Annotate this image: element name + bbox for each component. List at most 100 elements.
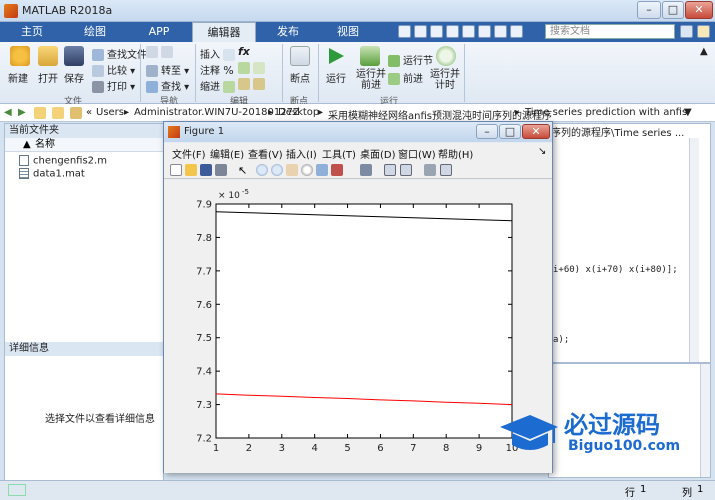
compare-button[interactable]: 比较 ▾ [92,62,135,77]
copy-quick-icon[interactable] [430,25,443,38]
rotate-3d-icon[interactable] [301,164,313,176]
browse-folder-icon[interactable] [52,107,64,119]
code-line[interactable]: i+60) x(i+70) x(i+80)]; [553,265,678,275]
breadcrumb-time-series[interactable]: Time series prediction with anfis [525,107,687,118]
save-figure-icon[interactable] [200,164,212,176]
file-name: chengenfis2.m [33,155,107,167]
nav-back-forward[interactable] [146,46,176,58]
indent-tools[interactable] [238,78,268,90]
redo-quick-icon[interactable] [478,25,491,38]
cut-quick-icon[interactable] [414,25,427,38]
link-plot-icon[interactable] [360,164,372,176]
pan-hand-icon[interactable] [286,164,298,176]
menu-window[interactable]: 窗口(W) [398,146,436,161]
brush-icon[interactable] [331,164,343,176]
menu-tools[interactable]: 工具(T) [322,146,356,161]
file-item[interactable]: data1.mat [19,168,85,180]
print-button[interactable]: 打印 ▾ [92,78,135,93]
switch-window-quick-icon[interactable] [494,25,507,38]
tab-home[interactable]: 主页 [4,22,60,42]
data-cursor-icon[interactable] [316,164,328,176]
breadcrumb-admin[interactable]: Administrator.WIN7U-20180127Z [134,107,300,118]
help-quick-icon[interactable] [510,25,523,38]
breadcrumb-overflow[interactable]: « [86,107,92,118]
current-folder-title: 当前文件夹 [5,124,163,138]
breakpoints-button[interactable]: 断点 [290,70,310,85]
minimize-button[interactable]: – [637,1,661,19]
notifications-icon[interactable] [697,25,710,38]
run-and-time-button[interactable]: 运行并 计时 [430,69,460,91]
search-icon[interactable] [680,25,693,38]
colorbar-icon[interactable] [384,164,396,176]
breadcrumb-users[interactable]: Users [96,107,124,118]
breadcrumb-sep[interactable]: ▸ [124,107,129,118]
tab-publish[interactable]: 发布 [260,22,316,42]
close-button[interactable]: ✕ [685,1,713,19]
menu-desktop[interactable]: 桌面(D) [360,146,396,161]
run-button[interactable]: 运行 [326,70,346,85]
run-and-advance-button[interactable]: 运行并 前进 [356,69,386,91]
find-files-button[interactable]: 查找文件 [92,46,147,61]
back-arrow-icon[interactable]: ◀ [4,107,12,118]
figure-close-button[interactable]: ✕ [522,124,550,139]
tab-editor[interactable]: 编辑器 [192,22,256,42]
current-folder-panel: 当前文件夹 ▲ 名称 chengenfis2.m data1.mat 详细信息 … [4,123,164,493]
new-figure-icon[interactable] [170,164,182,176]
hide-plot-tools-icon[interactable] [424,164,436,176]
comment-button[interactable]: 注释 % [200,62,234,77]
dock-arrow-icon[interactable]: ↘ [538,146,546,157]
y-tick-label: 7.5 [196,333,212,344]
run-play-icon [329,48,344,64]
print-figure-icon[interactable] [215,164,227,176]
maximize-button[interactable]: □ [662,1,684,19]
indent-icon [223,81,236,93]
menu-view[interactable]: 查看(V) [248,146,283,161]
breadcrumb-sep[interactable]: ▸ [515,107,520,118]
new-button[interactable]: 新建 [8,70,28,85]
breadcrumb-desktop[interactable]: Desktop [278,107,319,118]
search-documentation-input[interactable]: 搜索文档 [545,24,675,39]
menu-insert[interactable]: 插入(I) [286,146,317,161]
open-button[interactable]: 打开 [38,70,58,85]
collapse-ribbon-icon[interactable]: ▲ [700,46,708,57]
goto-button[interactable]: 转至 ▾ [146,62,189,77]
menu-help[interactable]: 帮助(H) [438,146,473,161]
run-section-button[interactable]: 运行节 [388,52,433,67]
legend-icon[interactable] [400,164,412,176]
up-folder-icon[interactable] [34,107,46,119]
zoom-in-icon[interactable] [256,164,268,176]
tab-apps[interactable]: APP [130,22,188,42]
show-plot-tools-icon[interactable] [440,164,452,176]
y-tick-label: 7.4 [196,367,212,378]
find-button[interactable]: 查找 ▾ [146,78,189,93]
advance-button[interactable]: 前进 [388,70,423,85]
tab-view[interactable]: 视图 [320,22,376,42]
open-file-icon[interactable] [185,164,197,176]
figure-minimize-button[interactable]: – [476,124,498,139]
editor-scrollbar[interactable] [689,138,699,362]
forward-arrow-icon[interactable]: ▶ [18,107,26,118]
paste-quick-icon[interactable] [446,25,459,38]
indent-button[interactable]: 缩进 [200,78,238,93]
breadcrumb-sep[interactable]: ▸ [318,107,323,118]
command-scrollbar[interactable] [700,364,710,477]
insert-function-button[interactable]: fx [238,45,250,58]
name-column-header[interactable]: ▲ 名称 [5,138,163,152]
comment-tools[interactable] [238,62,268,74]
save-quick-icon[interactable] [398,25,411,38]
ribbon-separator [195,44,196,102]
code-line[interactable]: a); [553,335,569,345]
menu-file[interactable]: 文件(F) [172,146,206,161]
insert-button[interactable]: 插入 [200,46,238,61]
breadcrumb-sep[interactable]: ▸ [268,107,273,118]
menu-edit[interactable]: 编辑(E) [210,146,244,161]
undo-quick-icon[interactable] [462,25,475,38]
zoom-out-icon[interactable] [271,164,283,176]
address-dropdown-icon[interactable]: ▼ [684,107,692,118]
y-exponent-label: × 10 [218,191,240,201]
file-item[interactable]: chengenfis2.m [19,155,107,167]
pointer-icon[interactable]: ↖ [238,164,250,177]
tab-plots[interactable]: 绘图 [64,22,126,42]
save-button[interactable]: 保存 [64,70,84,85]
figure-maximize-button[interactable]: □ [499,124,521,139]
